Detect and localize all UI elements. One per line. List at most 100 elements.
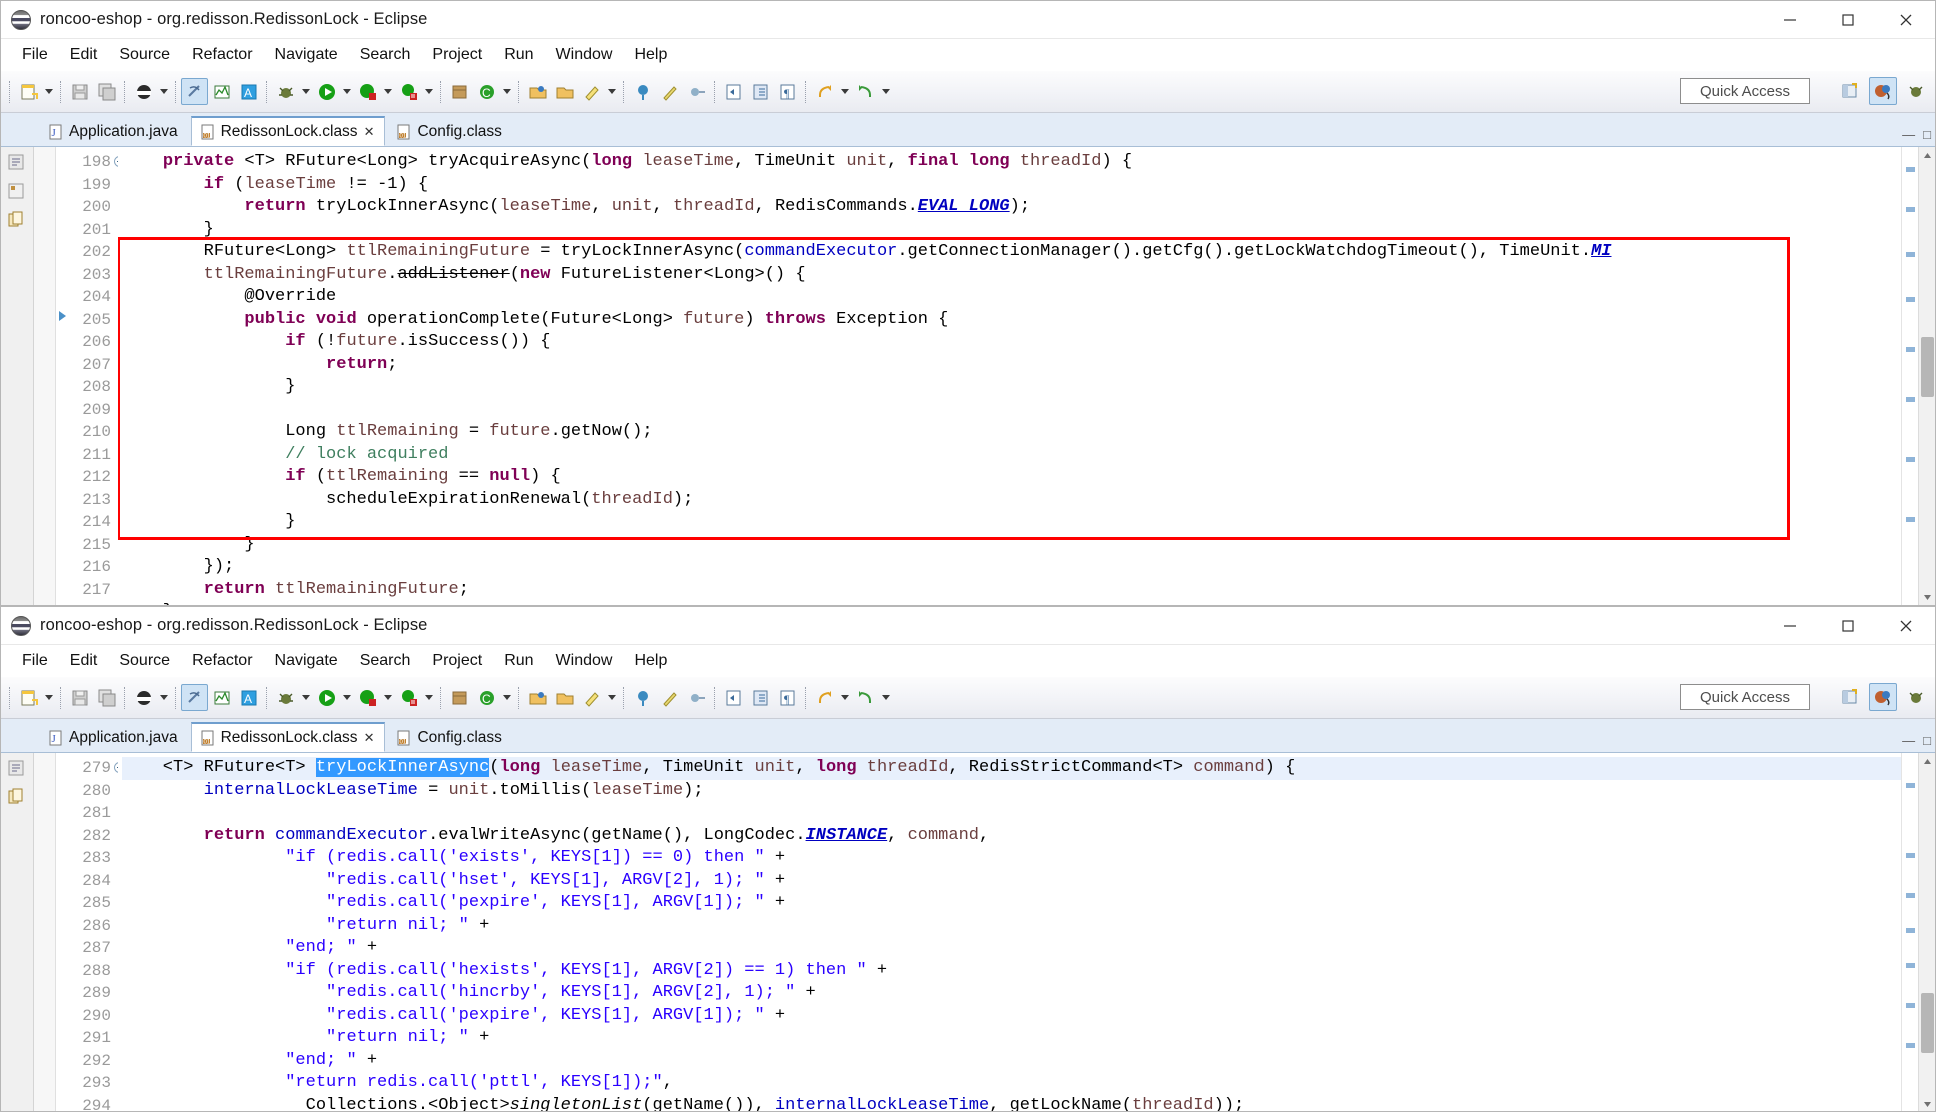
toggle-mark-occurrences-icon[interactable] bbox=[181, 684, 208, 711]
maximize-button[interactable] bbox=[1819, 607, 1877, 645]
debug-icon[interactable] bbox=[272, 78, 299, 105]
code-line[interactable]: return tryLockInnerAsync(leaseTime, unit… bbox=[122, 196, 1901, 219]
scroll-up-icon[interactable] bbox=[1919, 753, 1935, 770]
code-line[interactable]: } bbox=[122, 219, 1901, 242]
code-line[interactable]: "redis.call('pexpire', KEYS[1], ARGV[1])… bbox=[122, 1005, 1901, 1028]
new-wizard-icon[interactable] bbox=[15, 684, 42, 711]
code-line[interactable]: "redis.call('hset', KEYS[1], ARGV[2], 1)… bbox=[122, 870, 1901, 893]
scroll-down-icon[interactable] bbox=[1919, 1096, 1935, 1111]
editor-tab-application-java[interactable]: J Application.java bbox=[39, 116, 189, 146]
overview-ruler-mark[interactable] bbox=[1906, 252, 1915, 257]
code-line[interactable]: "redis.call('hincrby', KEYS[1], ARGV[2],… bbox=[122, 982, 1901, 1005]
overview-ruler-mark[interactable] bbox=[1906, 397, 1915, 402]
external-tools-icon[interactable] bbox=[395, 684, 422, 711]
maximize-editor-icon[interactable]: □ bbox=[1923, 733, 1931, 748]
new-wizard-dropdown-icon[interactable] bbox=[42, 79, 56, 105]
source-code-top[interactable]: private <T> RFuture<Long> tryAcquireAsyn… bbox=[118, 147, 1901, 605]
scroll-down-icon[interactable] bbox=[1919, 589, 1935, 605]
close-icon[interactable]: ✕ bbox=[364, 730, 375, 746]
overview-ruler-mark[interactable] bbox=[1906, 167, 1915, 172]
overview-ruler-mark[interactable] bbox=[1906, 207, 1915, 212]
next-annotation-icon[interactable] bbox=[683, 684, 710, 711]
code-line[interactable]: "return nil; " + bbox=[122, 915, 1901, 938]
quick-access-input[interactable]: Quick Access bbox=[1680, 684, 1810, 710]
open-type-icon[interactable] bbox=[524, 78, 551, 105]
external-tools-icon[interactable] bbox=[395, 78, 422, 105]
code-line[interactable]: "return redis.call('pttl', KEYS[1]);", bbox=[122, 1072, 1901, 1095]
menu-run[interactable]: Run bbox=[493, 649, 544, 673]
search-icon[interactable] bbox=[578, 78, 605, 105]
new-java-package-icon[interactable] bbox=[446, 684, 473, 711]
debug-dropdown-icon[interactable] bbox=[299, 685, 313, 711]
nav-back-dropdown-icon[interactable] bbox=[838, 685, 852, 711]
new-java-package-icon[interactable] bbox=[446, 78, 473, 105]
external-tools-dropdown-icon[interactable] bbox=[422, 79, 436, 105]
editor-tab-redissonlock-class[interactable]: 01 RedissonLock.class ✕ bbox=[190, 722, 386, 752]
save-icon[interactable] bbox=[66, 684, 93, 711]
overview-ruler-top[interactable] bbox=[1901, 147, 1918, 605]
menu-edit[interactable]: Edit bbox=[59, 43, 109, 67]
toggle-ant-icon[interactable]: A bbox=[235, 78, 262, 105]
code-line[interactable]: ttlRemainingFuture.addListener(new Futur… bbox=[122, 264, 1901, 287]
coverage-dropdown-icon[interactable] bbox=[381, 685, 395, 711]
code-line[interactable]: if (leaseTime != -1) { bbox=[122, 174, 1901, 197]
menu-edit[interactable]: Edit bbox=[59, 649, 109, 673]
pencil-icon[interactable] bbox=[656, 78, 683, 105]
overview-ruler-mark[interactable] bbox=[1906, 928, 1915, 933]
code-line[interactable]: internalLockLeaseTime = unit.toMillis(le… bbox=[122, 780, 1901, 803]
maximize-editor-icon[interactable]: □ bbox=[1923, 127, 1931, 142]
overview-ruler-mark[interactable] bbox=[1906, 457, 1915, 462]
overview-ruler-bottom[interactable] bbox=[1901, 753, 1918, 1111]
editor-marker-bar-top[interactable] bbox=[34, 147, 56, 605]
forward-icon[interactable] bbox=[747, 684, 774, 711]
coverage-dropdown-icon[interactable] bbox=[381, 79, 395, 105]
code-line[interactable]: "redis.call('pexpire', KEYS[1], ARGV[1])… bbox=[122, 892, 1901, 915]
print-icon[interactable] bbox=[130, 684, 157, 711]
vertical-scrollbar-bottom[interactable] bbox=[1918, 753, 1935, 1111]
code-line[interactable]: "end; " + bbox=[122, 937, 1901, 960]
nav-forward-icon[interactable] bbox=[852, 684, 879, 711]
debug-icon[interactable] bbox=[272, 684, 299, 711]
code-line[interactable]: scheduleExpirationRenewal(threadId); bbox=[122, 489, 1901, 512]
quick-access-input[interactable]: Quick Access bbox=[1680, 78, 1810, 104]
overview-ruler-mark[interactable] bbox=[1906, 963, 1915, 968]
nav-forward-dropdown-icon[interactable] bbox=[879, 685, 893, 711]
menu-navigate[interactable]: Navigate bbox=[264, 649, 349, 673]
code-line[interactable]: } bbox=[122, 376, 1901, 399]
code-line[interactable]: return ttlRemainingFuture; bbox=[122, 579, 1901, 602]
nav-forward-dropdown-icon[interactable] bbox=[879, 79, 893, 105]
last-edit-location-icon[interactable] bbox=[629, 78, 656, 105]
menu-help[interactable]: Help bbox=[623, 649, 678, 673]
save-all-icon[interactable] bbox=[93, 78, 120, 105]
coverage-icon[interactable] bbox=[354, 684, 381, 711]
menu-navigate[interactable]: Navigate bbox=[264, 43, 349, 67]
editor-tab-config-class[interactable]: 01 Config.class bbox=[387, 116, 513, 146]
scrollbar-thumb[interactable] bbox=[1921, 993, 1934, 1053]
code-line[interactable]: "if (redis.call('hexists', KEYS[1], ARGV… bbox=[122, 960, 1901, 983]
menu-search[interactable]: Search bbox=[349, 43, 422, 67]
editor-tab-redissonlock-class[interactable]: 01 RedissonLock.class ✕ bbox=[190, 116, 386, 146]
copy-icon[interactable] bbox=[7, 788, 27, 808]
debug-dropdown-icon[interactable] bbox=[299, 79, 313, 105]
code-line[interactable]: private <T> RFuture<Long> tryAcquireAsyn… bbox=[122, 151, 1901, 174]
code-line[interactable]: return commandExecutor.evalWriteAsync(ge… bbox=[122, 825, 1901, 848]
search-icon[interactable] bbox=[578, 684, 605, 711]
menu-source[interactable]: Source bbox=[108, 43, 181, 67]
code-line[interactable]: "return nil; " + bbox=[122, 1027, 1901, 1050]
code-line[interactable]: public void operationComplete(Future<Lon… bbox=[122, 309, 1901, 332]
overview-ruler-mark[interactable] bbox=[1906, 853, 1915, 858]
external-tools-dropdown-icon[interactable] bbox=[422, 685, 436, 711]
vertical-scrollbar-top[interactable] bbox=[1918, 147, 1935, 605]
java-perspective-icon[interactable] bbox=[1869, 77, 1897, 105]
minimize-button[interactable] bbox=[1761, 1, 1819, 39]
scroll-up-icon[interactable] bbox=[1919, 147, 1935, 164]
nav-back-dropdown-icon[interactable] bbox=[838, 79, 852, 105]
code-line[interactable]: Long ttlRemaining = future.getNow(); bbox=[122, 421, 1901, 444]
new-class-icon[interactable]: C bbox=[473, 684, 500, 711]
minimize-editor-icon[interactable]: — bbox=[1902, 127, 1915, 142]
minimize-button[interactable] bbox=[1761, 607, 1819, 645]
skip-breakpoints-icon[interactable] bbox=[208, 78, 235, 105]
save-icon[interactable] bbox=[66, 78, 93, 105]
new-class-icon[interactable]: C bbox=[473, 78, 500, 105]
code-line[interactable]: }); bbox=[122, 556, 1901, 579]
